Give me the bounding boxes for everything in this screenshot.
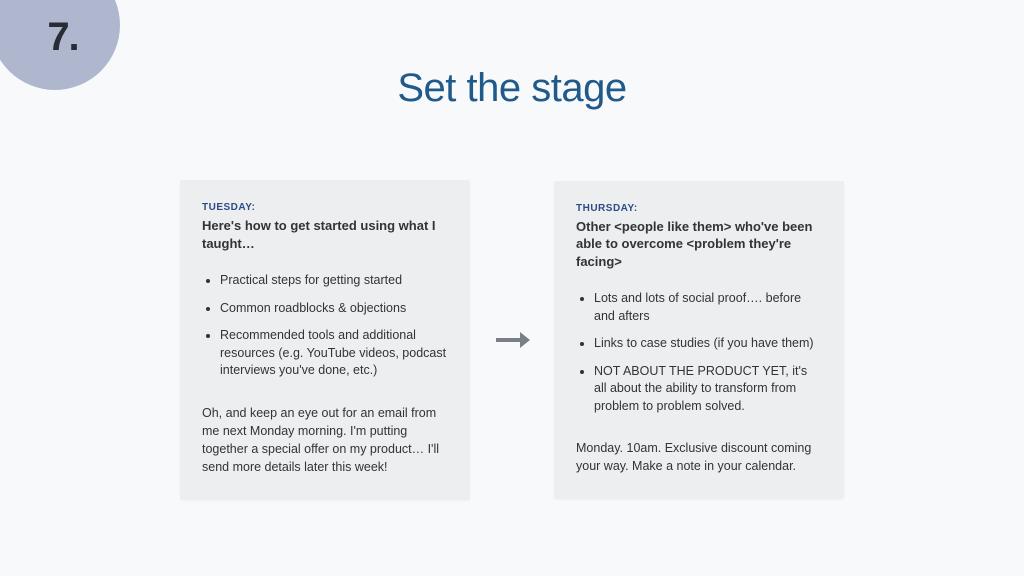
card-day-label: TUESDAY: [202,202,448,213]
card-footer: Monday. 10am. Exclusive discount coming … [576,439,822,475]
card-heading: Other <people like them> who've been abl… [576,218,822,271]
cards-row: TUESDAY: Here's how to get started using… [0,180,1024,500]
arrow-right-icon [492,330,532,350]
card-footer: Oh, and keep an eye out for an email fro… [202,404,448,477]
card-thursday: THURSDAY: Other <people like them> who'v… [554,181,844,500]
card-day-label: THURSDAY: [576,203,822,214]
page-title: Set the stage [0,66,1024,111]
bullet-item: Lots and lots of social proof…. before a… [594,290,822,325]
card-bullets: Practical steps for getting started Comm… [202,272,448,380]
card-tuesday: TUESDAY: Here's how to get started using… [180,180,470,500]
bullet-item: Recommended tools and additional resourc… [220,327,448,380]
card-heading: Here's how to get started using what I t… [202,217,448,252]
bullet-item: Common roadblocks & objections [220,300,448,318]
bullet-item: Links to case studies (if you have them) [594,335,822,353]
page-number: 7. [47,15,78,60]
card-bullets: Lots and lots of social proof…. before a… [576,290,822,415]
bullet-item: Practical steps for getting started [220,272,448,290]
bullet-item: NOT ABOUT THE PRODUCT YET, it's all abou… [594,363,822,416]
